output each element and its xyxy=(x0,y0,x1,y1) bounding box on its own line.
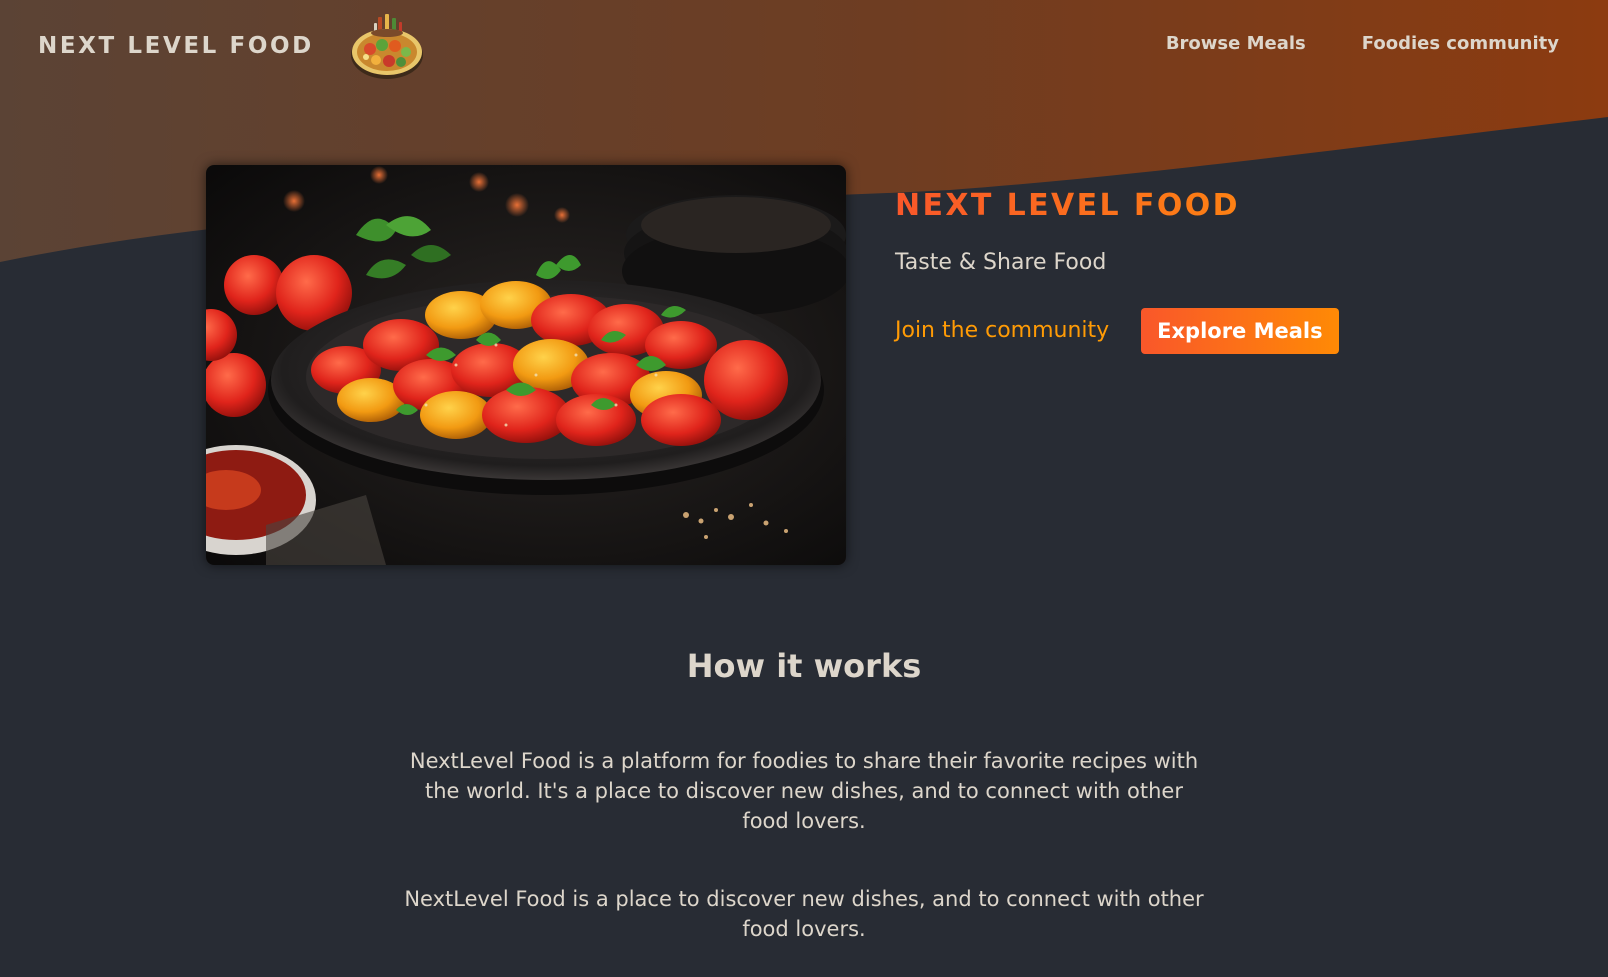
food-platter-icon xyxy=(350,14,423,79)
nav-foodies-community[interactable]: Foodies community xyxy=(1362,30,1559,57)
main-nav: Browse Meals Foodies community xyxy=(1166,30,1559,57)
hero-image xyxy=(206,165,846,565)
page: NEXT LEVEL FOOD Browse Meals Foodies com… xyxy=(0,0,1608,977)
how-it-works-paragraph-2: NextLevel Food is a place to discover ne… xyxy=(404,887,1204,941)
explore-meals-button[interactable]: Explore Meals xyxy=(1141,308,1339,354)
nav-browse-meals[interactable]: Browse Meals xyxy=(1166,30,1306,57)
hero-cta: Join the community Explore Meals xyxy=(895,308,1455,354)
tomato-salad-bowl-image xyxy=(206,165,846,565)
how-it-works-paragraph-1: NextLevel Food is a platform for foodies… xyxy=(409,749,1199,833)
join-community-link[interactable]: Join the community xyxy=(895,308,1109,354)
hero-tagline: Taste & Share Food xyxy=(895,250,1107,275)
hero-title: NEXT LEVEL FOOD xyxy=(895,180,1455,232)
logo-text: NEXT LEVEL FOOD xyxy=(38,33,314,59)
how-it-works-section: How it works NextLevel Food is a platfor… xyxy=(0,640,1608,944)
hero-text: NEXT LEVEL FOOD Taste & Share Food Join … xyxy=(895,180,1455,354)
how-it-works-heading: How it works xyxy=(686,647,922,685)
main-header: NEXT LEVEL FOOD Browse Meals Foodies com… xyxy=(0,0,1608,92)
logo-link[interactable]: NEXT LEVEL FOOD xyxy=(38,8,426,84)
